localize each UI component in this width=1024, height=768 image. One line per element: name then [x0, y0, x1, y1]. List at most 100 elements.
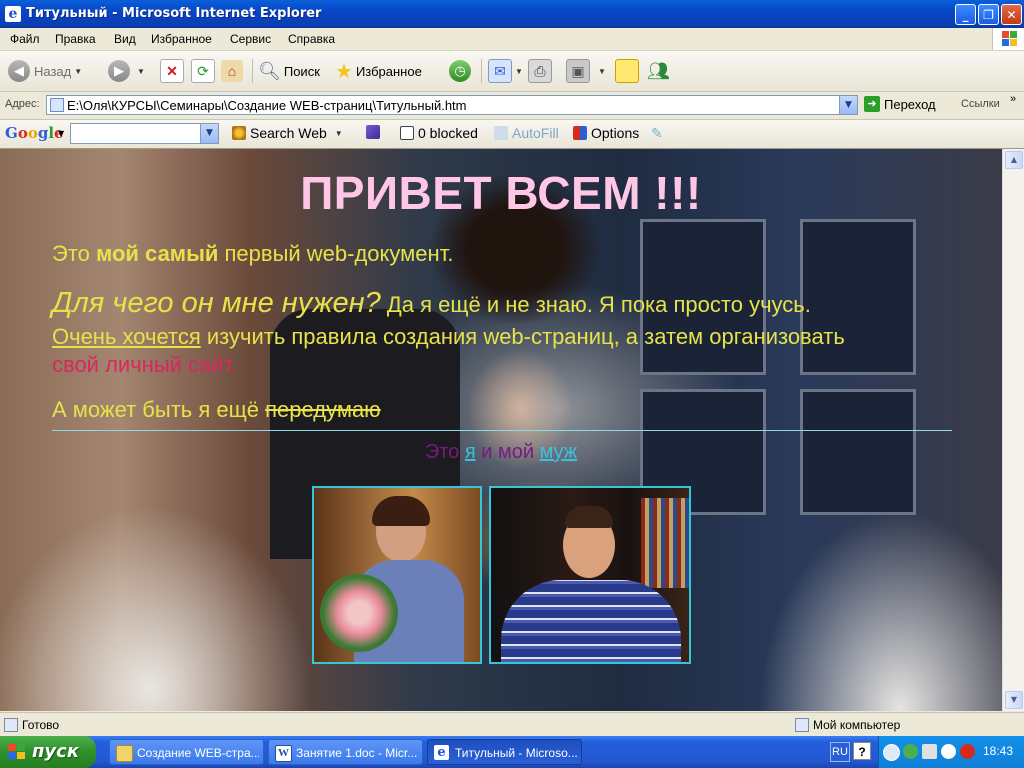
- title-bar: e Титульный - Microsoft Internet Explore…: [0, 0, 1024, 28]
- popup-blocker-button[interactable]: 0 blocked: [400, 125, 478, 141]
- mail-button[interactable]: ✉ ▼: [488, 57, 523, 85]
- stop-icon: ✕: [160, 59, 184, 83]
- forward-button[interactable]: ▶ ▼: [108, 57, 145, 85]
- windows-logo-icon: [992, 28, 1024, 50]
- highlighter-icon: ✎: [651, 125, 663, 141]
- tray-antivirus-icon[interactable]: [960, 744, 975, 759]
- menu-tools[interactable]: Сервис: [230, 32, 271, 46]
- menu-help[interactable]: Справка: [288, 32, 335, 46]
- address-dropdown-button[interactable]: ▼: [839, 96, 857, 114]
- dropdown-arrow-icon: ▼: [515, 66, 523, 76]
- go-button[interactable]: ➜ Переход: [864, 96, 936, 112]
- address-input[interactable]: E:\Оля\КУРСЫ\Семинары\Создание WEB-стран…: [46, 95, 858, 115]
- security-zone: Мой компьютер: [813, 718, 901, 732]
- print-button[interactable]: ⎙: [528, 57, 552, 85]
- links-more-button[interactable]: »: [1010, 93, 1016, 105]
- address-url: E:\Оля\КУРСЫ\Семинары\Создание WEB-стран…: [67, 98, 467, 113]
- language-indicator[interactable]: RU: [830, 742, 850, 762]
- pagerank-icon: [366, 125, 380, 139]
- options-button[interactable]: Options: [573, 125, 639, 141]
- options-label: Options: [591, 125, 640, 141]
- popup-blocker-icon: [400, 126, 414, 140]
- discuss-button[interactable]: [615, 57, 639, 85]
- mail-icon: ✉: [488, 59, 512, 83]
- address-label: Адрес:: [5, 98, 40, 110]
- photo-bookshelf: [641, 498, 689, 588]
- question-paragraph: Для чего он мне нужен? Да я ещё и не зна…: [52, 287, 811, 319]
- toolbar-separator: [252, 59, 253, 83]
- page-status-icon: [4, 718, 18, 732]
- home-icon: ⌂: [221, 60, 243, 82]
- menu-view[interactable]: Вид: [114, 32, 136, 46]
- scroll-down-button[interactable]: ▼: [1005, 691, 1023, 709]
- taskbar-item-ie[interactable]: e Титульный - Microso...: [427, 739, 582, 765]
- menu-bar: Файл Правка Вид Избранное Сервис Справка: [0, 28, 1024, 51]
- messenger-icon: 👥︎: [647, 60, 670, 81]
- vertical-scrollbar[interactable]: ▲ ▼: [1002, 149, 1024, 711]
- links-toolbar[interactable]: Ссылки: [961, 98, 1000, 110]
- options-icon: [573, 126, 587, 140]
- messenger-button[interactable]: 👥︎: [647, 57, 670, 85]
- help-icon[interactable]: ?: [853, 742, 871, 760]
- back-arrow-icon: ◀: [8, 60, 30, 82]
- pagerank-button[interactable]: [366, 125, 384, 139]
- autofill-button[interactable]: AutoFill: [494, 125, 559, 141]
- google-search-dropdown-button[interactable]: ▼: [200, 124, 218, 143]
- dropdown-arrow-icon: ▼: [598, 66, 606, 76]
- search-button[interactable]: 🔍︎ Поиск: [258, 57, 320, 85]
- favorites-label: Избранное: [355, 63, 422, 79]
- minimize-button[interactable]: _: [955, 4, 976, 25]
- edit-button[interactable]: ▣ ▼: [566, 57, 606, 85]
- printer-icon: ⎙: [528, 59, 552, 83]
- photo-hair: [565, 506, 613, 528]
- back-button[interactable]: ◀ Назад ▼: [8, 57, 82, 85]
- search-web-button[interactable]: Search Web ▼: [232, 125, 343, 141]
- tray-tool-icon[interactable]: [922, 744, 937, 759]
- back-label: Назад: [34, 63, 72, 79]
- highlight-button[interactable]: ✎: [651, 125, 663, 142]
- home-button[interactable]: ⌂: [221, 57, 243, 85]
- menu-file[interactable]: Файл: [10, 32, 40, 46]
- intro-paragraph: Это мой самый первый web-документ.: [52, 241, 454, 266]
- taskbar-item-folder[interactable]: Создание WEB-стра...: [109, 739, 264, 765]
- history-button[interactable]: ◷: [449, 57, 475, 85]
- window-title: Титульный - Microsoft Internet Explorer: [26, 6, 322, 21]
- ie-icon: e: [5, 6, 21, 22]
- folder-icon: [116, 745, 133, 762]
- favorites-button[interactable]: ★ Избранное: [335, 57, 422, 85]
- edit-page-icon: ▣: [566, 59, 590, 83]
- refresh-icon: ⟳: [191, 59, 215, 83]
- refresh-button[interactable]: ⟳: [191, 57, 215, 85]
- ie-icon: e: [434, 745, 449, 760]
- google-logo[interactable]: Google: [5, 124, 64, 142]
- start-button[interactable]: пуск: [0, 736, 96, 768]
- tray-app-icon[interactable]: [941, 744, 956, 759]
- page-headline: ПРИВЕТ ВСЕМ !!!: [300, 167, 702, 219]
- link-me[interactable]: я: [465, 441, 476, 463]
- tray-network-icon[interactable]: [903, 744, 918, 759]
- stop-button[interactable]: ✕: [160, 57, 184, 85]
- taskbar-item-word[interactable]: W Занятие 1.doc - Micr...: [268, 739, 423, 765]
- menu-edit[interactable]: Правка: [55, 32, 96, 46]
- close-button[interactable]: ✕: [1001, 4, 1022, 25]
- tray-back-icon[interactable]: [883, 744, 900, 761]
- menu-favorites[interactable]: Избранное: [151, 32, 212, 46]
- page-content: ПРИВЕТ ВСЕМ !!! Это мой самый первый web…: [0, 149, 1002, 711]
- link-husband[interactable]: муж: [540, 441, 578, 463]
- history-icon: ◷: [449, 60, 471, 82]
- google-search-input[interactable]: ▼: [70, 123, 219, 144]
- google-menu-dropdown-icon[interactable]: ▼: [58, 129, 64, 138]
- google-toolbar: Google ▼ ▼ Search Web ▼ 0 blocked AutoFi…: [0, 120, 1024, 149]
- my-computer-icon: [795, 718, 809, 732]
- photo-caption: Это я и мой муж: [424, 441, 578, 463]
- maximize-button[interactable]: ❐: [978, 4, 999, 25]
- background-window: [800, 219, 916, 375]
- photo-husband[interactable]: [489, 486, 691, 664]
- photo-wife[interactable]: [312, 486, 482, 664]
- scroll-up-button[interactable]: ▲: [1005, 151, 1023, 169]
- search-label: Поиск: [283, 63, 320, 79]
- go-label: Переход: [884, 96, 936, 112]
- address-bar: Адрес: E:\Оля\КУРСЫ\Семинары\Создание WE…: [0, 92, 1024, 120]
- status-text: Готово: [22, 718, 60, 732]
- word-icon: W: [275, 745, 292, 762]
